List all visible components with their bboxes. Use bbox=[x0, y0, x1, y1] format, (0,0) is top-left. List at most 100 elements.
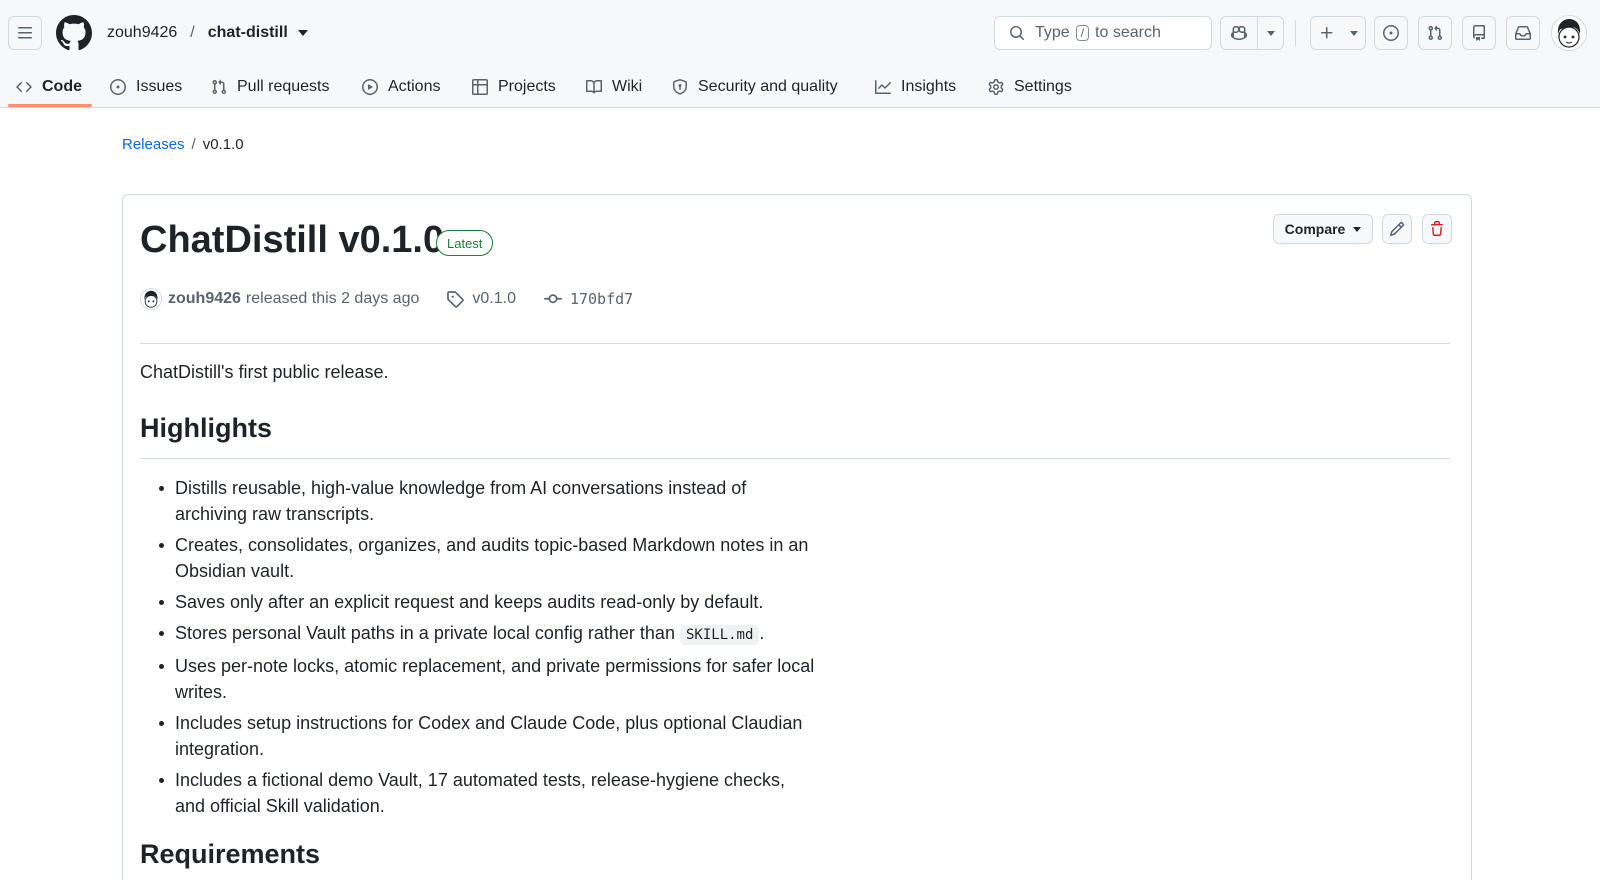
search-suffix: to search bbox=[1095, 24, 1161, 41]
tab-label: Wiki bbox=[612, 78, 643, 95]
list-item: Distills reusable, high-value knowledge … bbox=[159, 475, 819, 527]
breadcrumb-current: v0.1.0 bbox=[202, 136, 244, 153]
tab-wiki[interactable]: Wiki bbox=[586, 66, 642, 108]
tab-insights[interactable]: Insights bbox=[875, 66, 956, 108]
breadcrumb-separator: / bbox=[191, 136, 196, 153]
inline-code: SKILL.md bbox=[679, 625, 760, 645]
search-prefix: Type bbox=[1035, 24, 1070, 41]
tab-settings[interactable]: Settings bbox=[988, 66, 1072, 108]
play-icon bbox=[362, 79, 378, 95]
compare-button[interactable]: Compare bbox=[1273, 214, 1373, 244]
repo-icon bbox=[1473, 25, 1485, 41]
edit-release-button[interactable] bbox=[1382, 214, 1412, 244]
list-item: Includes a fictional demo Vault, 17 auto… bbox=[159, 767, 819, 819]
repo-nav-tabs: Code Issues Pull requests Actions Projec… bbox=[0, 66, 1600, 108]
issue-icon bbox=[1383, 25, 1399, 41]
tab-label: Projects bbox=[498, 78, 556, 95]
github-mark-icon bbox=[55, 15, 92, 51]
heading-rule bbox=[140, 458, 1450, 459]
pencil-icon bbox=[1389, 221, 1405, 237]
tag-label: v0.1.0 bbox=[472, 290, 516, 307]
tab-actions[interactable]: Actions bbox=[362, 66, 440, 108]
pull-request-icon bbox=[1428, 25, 1443, 41]
chevron-down-icon[interactable] bbox=[297, 30, 308, 36]
tab-security[interactable]: Security and quality bbox=[672, 66, 838, 108]
search-shortcut-key: / bbox=[1075, 25, 1090, 41]
triangle-down-icon bbox=[1350, 30, 1358, 36]
released-text: released this 2 days ago bbox=[245, 290, 420, 307]
owner-link[interactable]: zouh9426 bbox=[107, 24, 177, 42]
your-issues-button[interactable] bbox=[1374, 16, 1408, 50]
hamburger-icon bbox=[18, 27, 32, 39]
commit-sha: 170bfd7 bbox=[569, 290, 634, 308]
triangle-down-icon bbox=[1266, 30, 1275, 36]
header-divider bbox=[1295, 20, 1296, 46]
tab-label: Actions bbox=[388, 78, 441, 95]
inbox-icon bbox=[1515, 26, 1531, 40]
release-card: ChatDistill v0.1.0 Latest Compare zouh94… bbox=[122, 194, 1472, 880]
tab-label: Pull requests bbox=[237, 78, 330, 95]
global-header: zouh9426 / chat-distill Type / to search bbox=[0, 0, 1600, 108]
list-item: Saves only after an explicit request and… bbox=[159, 589, 819, 615]
highlights-heading: Highlights bbox=[140, 413, 272, 443]
tab-label: Security and quality bbox=[698, 78, 838, 95]
tag-link[interactable]: v0.1.0 bbox=[446, 290, 516, 308]
tab-issues[interactable]: Issues bbox=[110, 66, 182, 108]
plus-part bbox=[1311, 17, 1343, 49]
github-logo-link[interactable] bbox=[55, 15, 92, 51]
table-icon bbox=[472, 79, 488, 95]
list-item: Creates, consolidates, organizes, and au… bbox=[159, 532, 819, 584]
your-pull-requests-button[interactable] bbox=[1418, 16, 1452, 50]
releases-link[interactable]: Releases bbox=[122, 136, 185, 153]
copilot-icon bbox=[1231, 25, 1247, 41]
commit-link[interactable]: 170bfd7 bbox=[543, 290, 634, 308]
tag-icon bbox=[447, 291, 465, 308]
triangle-down-icon bbox=[1353, 226, 1362, 232]
notifications-button[interactable] bbox=[1506, 16, 1540, 50]
header-top-row: zouh9426 / chat-distill Type / to search bbox=[0, 0, 1600, 66]
release-meta: zouh9426 released this 2 days ago v0.1.0… bbox=[140, 287, 633, 311]
avatar-face-icon bbox=[1552, 16, 1586, 50]
tab-label: Code bbox=[42, 78, 82, 95]
list-item-text: Stores personal Vault paths in a private… bbox=[175, 623, 675, 643]
create-caret bbox=[1343, 17, 1365, 49]
plus-icon bbox=[1321, 27, 1333, 39]
gear-icon bbox=[988, 79, 1004, 95]
trash-icon bbox=[1431, 221, 1443, 236]
create-new-button[interactable] bbox=[1310, 16, 1366, 50]
tab-label: Insights bbox=[901, 78, 957, 95]
breadcrumb: Releases / v0.1.0 bbox=[122, 136, 244, 153]
copilot-dropdown-button[interactable] bbox=[1257, 17, 1283, 49]
book-icon bbox=[586, 79, 602, 94]
search-input[interactable]: Type / to search bbox=[994, 16, 1212, 50]
list-item: Uses per-note locks, atomic replacement,… bbox=[159, 653, 819, 705]
release-intro: ChatDistill's first public release. bbox=[140, 362, 389, 382]
compare-label: Compare bbox=[1284, 221, 1346, 237]
list-item: Stores personal Vault paths in a private… bbox=[159, 620, 819, 648]
author-link[interactable]: zouh9426 bbox=[168, 290, 241, 308]
search-icon bbox=[1010, 26, 1025, 41]
copilot-button[interactable] bbox=[1221, 17, 1257, 49]
active-tab-underline bbox=[8, 104, 92, 107]
user-avatar[interactable] bbox=[1551, 15, 1587, 51]
repositories-button[interactable] bbox=[1462, 16, 1496, 50]
tab-projects[interactable]: Projects bbox=[472, 66, 556, 108]
hamburger-menu-button[interactable] bbox=[8, 16, 42, 50]
pull-request-icon bbox=[212, 79, 227, 95]
list-item: Includes setup instructions for Codex an… bbox=[159, 710, 819, 762]
repo-link[interactable]: chat-distill bbox=[208, 24, 288, 42]
graph-icon bbox=[875, 80, 891, 94]
avatar-face-icon bbox=[141, 289, 161, 309]
code-icon bbox=[16, 81, 32, 93]
tab-code[interactable]: Code bbox=[16, 66, 82, 108]
issue-icon bbox=[110, 79, 126, 95]
repo-context: zouh9426 / chat-distill bbox=[107, 22, 308, 44]
latest-badge: Latest bbox=[436, 230, 494, 256]
tab-pull-requests[interactable]: Pull requests bbox=[211, 66, 330, 108]
release-title[interactable]: ChatDistill v0.1.0 bbox=[140, 217, 444, 263]
delete-release-button[interactable] bbox=[1422, 214, 1452, 244]
tab-label: Issues bbox=[136, 78, 183, 95]
highlights-list: Distills reusable, high-value knowledge … bbox=[159, 475, 819, 824]
shield-icon bbox=[673, 79, 687, 95]
author-avatar[interactable] bbox=[140, 288, 162, 310]
